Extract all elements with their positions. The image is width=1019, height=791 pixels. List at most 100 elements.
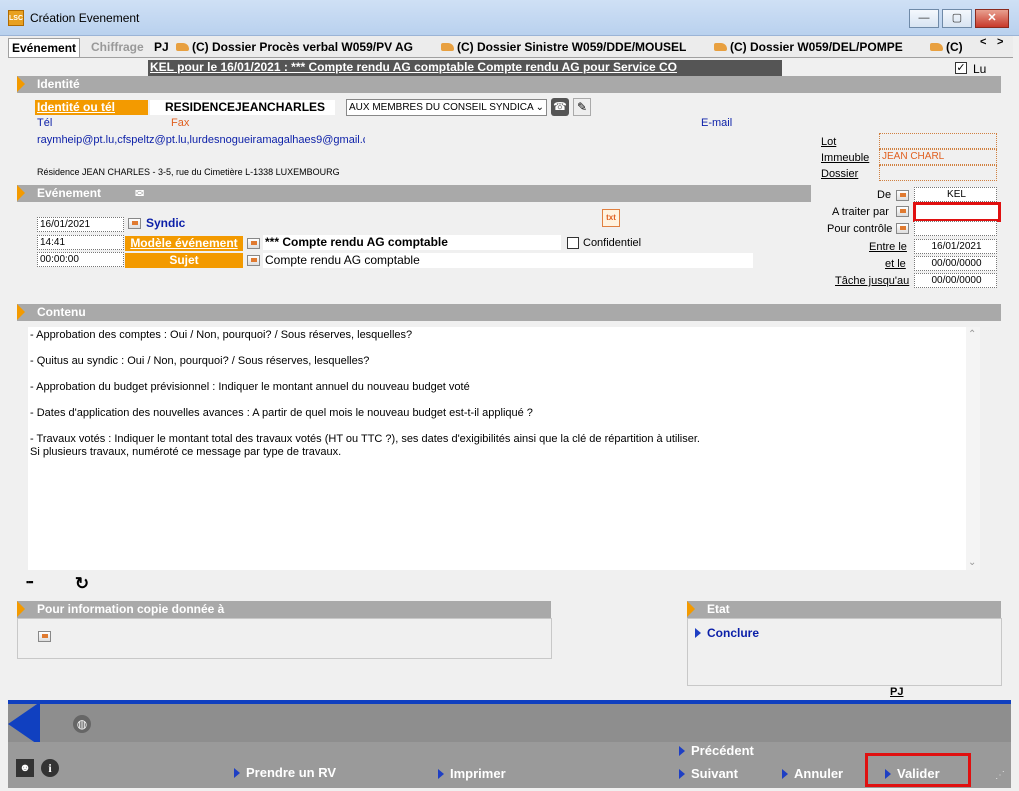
resize-grip-icon[interactable]: ⋰	[995, 770, 1005, 781]
tache-field[interactable]: 00/00/0000	[914, 273, 997, 288]
tab-prev-arrow[interactable]: <	[980, 36, 986, 48]
refresh-icon[interactable]: ↻	[72, 574, 92, 594]
identite-section-header: Identité	[17, 76, 1001, 93]
lu-checkbox[interactable]	[955, 62, 967, 74]
subject-bar: KEL pour le 16/01/2021 : *** Compte rend…	[148, 60, 782, 76]
pj-link[interactable]: PJ	[890, 686, 903, 698]
folder-icon	[930, 43, 943, 51]
scroll-down-icon[interactable]: ⌄	[968, 557, 976, 568]
minimize-button[interactable]: —	[909, 9, 939, 28]
tab-dossier-pv[interactable]: (C) Dossier Procès verbal W059/PV AG	[173, 38, 416, 57]
de-picker-button[interactable]	[896, 190, 909, 201]
immeuble-field[interactable]: JEAN CHARL	[879, 149, 997, 165]
pour-controle-picker-button[interactable]	[896, 223, 909, 234]
section-arrow-icon	[687, 601, 695, 617]
more-options-icon[interactable]: ▪▪▪	[26, 577, 34, 587]
txt-file-icon[interactable]: txt	[602, 209, 620, 227]
evenement-section-header: Evénement ✉	[17, 185, 811, 202]
contact-phone-icon[interactable]: ☎	[551, 98, 569, 116]
app-logo: LSC	[8, 10, 24, 26]
content-scrollbar[interactable]: ⌃ ⌄	[966, 327, 980, 570]
tab-pj[interactable]: PJ	[151, 38, 172, 57]
tab-dossier-sinistre[interactable]: (C) Dossier Sinistre W059/DDE/MOUSEL	[438, 38, 689, 57]
lu-label: Lu	[973, 62, 987, 76]
confidentiel-label: Confidentiel	[583, 237, 642, 249]
arrow-right-icon	[695, 628, 701, 638]
email-list: raymheip@pt.lu,cfspeltz@pt.lu,lurdesnogu…	[37, 134, 365, 146]
pencil-icon[interactable]: ✎	[573, 98, 591, 116]
identite-name-field[interactable]: RESIDENCEJEANCHARLES	[150, 100, 335, 115]
dossier-field[interactable]	[879, 165, 997, 181]
a-traiter-picker-button[interactable]	[896, 206, 909, 217]
maximize-button[interactable]: ▢	[942, 9, 972, 28]
modele-picker-button[interactable]	[247, 238, 260, 249]
copie-panel	[17, 618, 552, 659]
a-traiter-label: A traiter par	[832, 206, 889, 218]
sujet-label[interactable]: Sujet	[125, 253, 243, 268]
copie-picker-button[interactable]	[38, 631, 51, 642]
annuler-button[interactable]: Annuler	[782, 766, 843, 781]
de-field[interactable]: KEL	[914, 187, 997, 202]
scroll-up-icon[interactable]: ⌃	[968, 329, 976, 340]
section-arrow-icon	[17, 185, 25, 201]
immeuble-label[interactable]: Immeuble	[821, 152, 869, 164]
back-arrow-icon[interactable]	[8, 702, 40, 746]
conclure-button[interactable]: Conclure	[695, 626, 759, 640]
identite-label[interactable]: Identité ou tél	[35, 100, 148, 115]
imprimer-button[interactable]: Imprimer	[438, 766, 506, 781]
confidentiel-checkbox[interactable]	[567, 237, 579, 249]
recipient-select[interactable]: AUX MEMBRES DU CONSEIL SYNDICA ⌄	[346, 99, 547, 116]
a-traiter-field[interactable]	[913, 202, 1001, 222]
entre-le-label[interactable]: Entre le	[869, 241, 907, 253]
folder-icon	[441, 43, 454, 51]
tel-label: Tél	[37, 117, 53, 129]
suivant-button[interactable]: Suivant	[679, 766, 738, 781]
section-arrow-icon	[17, 304, 25, 320]
valider-button[interactable]: Valider	[885, 766, 940, 781]
info-icon[interactable]: i	[41, 759, 59, 777]
contenu-section-header: Contenu	[17, 304, 1001, 321]
tab-evenement[interactable]: Evénement	[8, 38, 81, 57]
chevron-down-icon: ⌄	[535, 102, 544, 113]
pour-controle-field[interactable]	[914, 221, 997, 236]
lot-field[interactable]	[879, 133, 997, 149]
syndic-label: Syndic	[146, 216, 186, 230]
tache-label[interactable]: Tâche jusqu'au	[835, 275, 909, 287]
lot-label[interactable]: Lot	[821, 136, 836, 148]
event-time-field[interactable]: 14:41	[37, 235, 124, 250]
dossier-label[interactable]: Dossier	[821, 168, 858, 180]
et-le-label[interactable]: et le	[885, 258, 906, 270]
globe-icon[interactable]: ◍	[73, 715, 91, 733]
prendre-rv-button[interactable]: Prendre un RV	[234, 765, 336, 780]
modele-label[interactable]: Modèle événement	[125, 236, 243, 251]
address-text: Résidence JEAN CHARLES - 3-5, rue du Cim…	[37, 167, 340, 177]
syndic-picker-button[interactable]	[128, 218, 141, 229]
arrow-right-icon	[234, 768, 240, 778]
tab-next-arrow[interactable]: >	[997, 36, 1003, 48]
email-label: E-mail	[701, 117, 733, 129]
pour-controle-label: Pour contrôle	[827, 223, 893, 235]
folder-icon	[176, 43, 189, 51]
modele-field[interactable]: *** Compte rendu AG comptable	[263, 235, 561, 250]
folder-icon	[714, 43, 727, 51]
tab-chiffrage[interactable]: Chiffrage	[88, 38, 147, 57]
arrow-right-icon	[885, 769, 891, 779]
copie-section-header: Pour information copie donnée à	[17, 601, 551, 618]
etat-section-header: Etat	[687, 601, 1001, 618]
et-le-field[interactable]: 00/00/0000	[914, 256, 997, 271]
footer-lower	[8, 742, 1011, 788]
event-duration-field[interactable]: 00:00:00	[37, 252, 124, 267]
close-button[interactable]: ✕	[975, 9, 1009, 28]
sujet-field[interactable]: Compte rendu AG comptable	[263, 253, 753, 268]
tab-dossier-more[interactable]: (C)	[927, 38, 966, 57]
event-date-field[interactable]: 16/01/2021	[37, 217, 124, 232]
entre-le-field[interactable]: 16/01/2021	[914, 239, 997, 254]
tab-strip: Evénement Chiffrage PJ (C) Dossier Procè…	[8, 36, 1013, 58]
precedent-button[interactable]: Précédent	[679, 743, 754, 758]
envelope-icon[interactable]: ✉	[135, 186, 144, 203]
de-label: De	[877, 189, 892, 201]
sujet-picker-button[interactable]	[247, 255, 260, 266]
content-textarea[interactable]: - Approbation des comptes : Oui / Non, p…	[28, 327, 966, 570]
tab-dossier-del[interactable]: (C) Dossier W059/DEL/POMPE	[711, 38, 906, 57]
users-icon[interactable]: ☻	[16, 759, 34, 777]
